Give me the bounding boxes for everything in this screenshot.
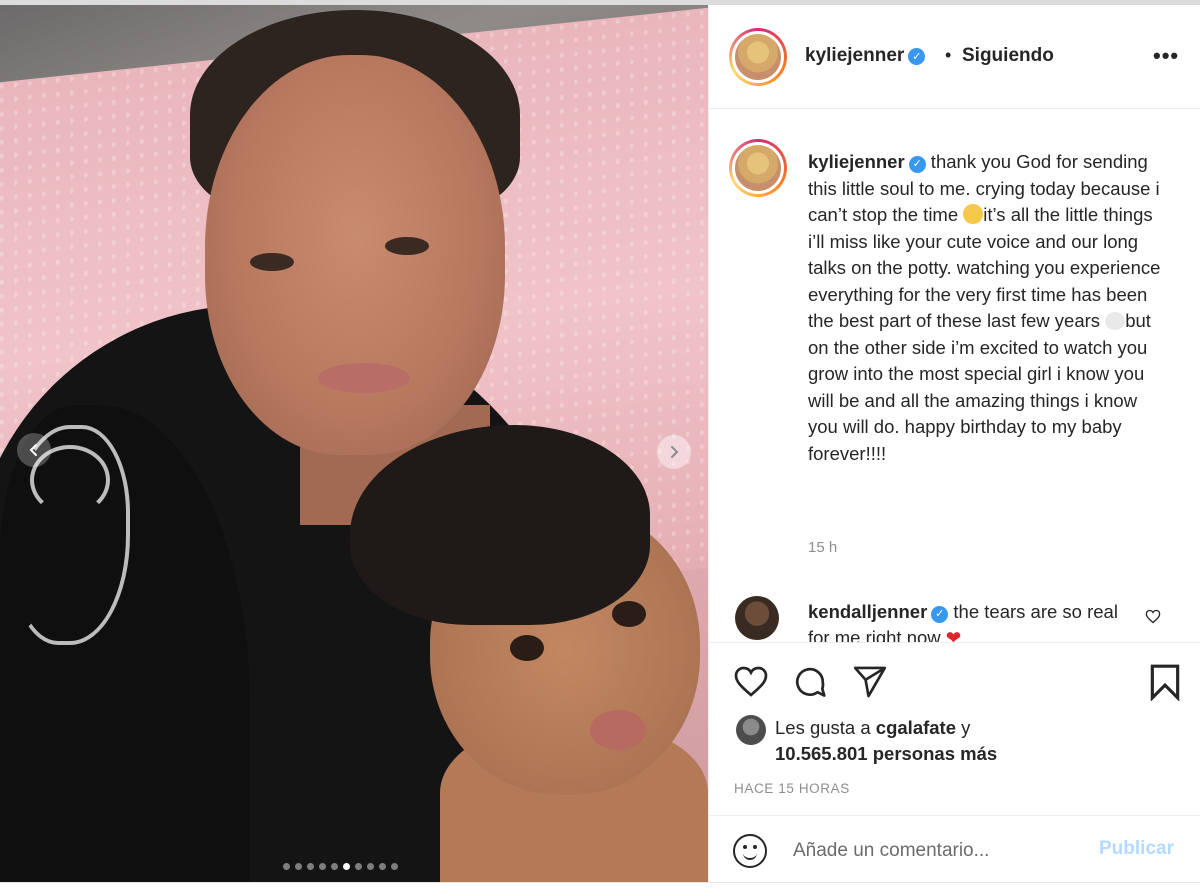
post-header: kyliejenner ✓ • Siguiendo •••	[709, 5, 1200, 109]
verified-badge-icon: ✓	[908, 155, 926, 173]
publish-button[interactable]: Publicar	[1099, 838, 1174, 860]
header-separator: •	[945, 45, 952, 65]
author-username[interactable]: kyliejenner ✓	[805, 45, 926, 67]
more-options-icon[interactable]: •••	[1153, 43, 1179, 69]
comment-like-icon[interactable]	[1145, 609, 1161, 629]
pleading-face-emoji-icon	[963, 204, 984, 224]
liker-username[interactable]: cgalafate	[876, 717, 956, 738]
caption-timestamp[interactable]: 15 h	[808, 539, 837, 556]
comment-bubble-icon	[795, 667, 826, 697]
add-comment-bar: Publicar	[709, 815, 1200, 883]
child-eye-right	[612, 601, 646, 627]
author-avatar[interactable]	[729, 28, 787, 86]
child-eye-left	[510, 635, 544, 661]
post-actions: Les gusta a cgalafate y 10.565.801 perso…	[709, 642, 1200, 882]
verified-badge-icon: ✓	[908, 48, 926, 65]
share-button[interactable]	[852, 665, 888, 704]
follow-status-button[interactable]: Siguiendo	[962, 45, 1054, 67]
likes-count[interactable]: 10.565.801 personas más	[775, 743, 997, 765]
carousel-prev-button[interactable]	[17, 433, 51, 467]
white-heart-emoji-icon	[1105, 312, 1126, 330]
likes-line-1: Les gusta a cgalafate y	[775, 717, 971, 738]
caption-text-3: but on the other side i’m excited to wat…	[808, 310, 1151, 464]
comment-item: kendalljenner ✓ the tears are so real for…	[808, 599, 1128, 642]
post-sidebar: kyliejenner ✓ • Siguiendo ••• kyliejenner…	[708, 5, 1200, 882]
carousel-dot	[379, 863, 386, 870]
like-button[interactable]	[733, 665, 769, 703]
carousel-dot	[331, 863, 338, 870]
paper-plane-icon	[853, 666, 887, 698]
heart-icon	[1145, 609, 1161, 624]
heart-icon	[734, 666, 768, 697]
comment-username[interactable]: kendalljenner	[808, 601, 927, 622]
post-caption: kyliejenner ✓ thank you God for sending t…	[808, 149, 1168, 467]
carousel-dot	[391, 863, 398, 870]
chevron-right-icon	[671, 446, 679, 458]
carousel-dot	[355, 863, 362, 870]
chevron-left-icon	[29, 444, 37, 456]
woman-lips	[318, 363, 410, 393]
caption-author-avatar[interactable]	[729, 139, 787, 197]
red-heart-emoji-icon: ❤	[945, 627, 962, 642]
comments-section: kyliejenner ✓ thank you God for sending t…	[709, 109, 1200, 642]
bookmark-icon	[1150, 664, 1180, 702]
carousel-dot	[367, 863, 374, 870]
carousel-dot	[319, 863, 326, 870]
carousel-dot	[295, 863, 302, 870]
smiley-icon[interactable]	[733, 834, 767, 868]
child-lips	[590, 710, 646, 750]
save-button[interactable]	[1148, 663, 1182, 706]
comment-input[interactable]	[793, 836, 1083, 866]
liker-avatar[interactable]	[736, 715, 766, 745]
commenter-avatar[interactable]	[735, 596, 779, 640]
comment-button[interactable]	[792, 664, 828, 705]
woman-eye-right	[385, 237, 429, 255]
woman-eye-left	[250, 253, 294, 271]
carousel-dot	[343, 863, 350, 870]
woman-face	[205, 55, 505, 455]
carousel-indicator	[283, 863, 398, 870]
caption-username[interactable]: kyliejenner	[808, 151, 905, 172]
bottom-edge	[0, 882, 1200, 893]
verified-badge-icon: ✓	[931, 605, 949, 623]
post-photo	[0, 5, 708, 882]
post-time-ago[interactable]: HACE 15 HORAS	[734, 781, 850, 796]
carousel-dot	[283, 863, 290, 870]
carousel-dot	[307, 863, 314, 870]
carousel-next-button[interactable]	[657, 435, 691, 469]
